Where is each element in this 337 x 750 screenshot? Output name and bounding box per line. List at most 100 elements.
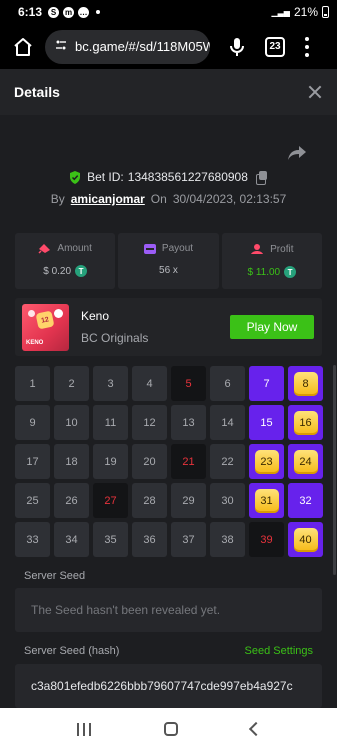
gem-icon: 23 (254, 449, 279, 474)
server-seed-value: The Seed hasn't been revealed yet. (31, 603, 221, 617)
keno-cell-32: 32 (288, 483, 323, 518)
status-time: 6:13 (18, 5, 43, 19)
server-seed-hash-field[interactable]: c3a801efedb6226bbb79607747cde997eb4a927c (15, 664, 322, 708)
gem-icon: 16 (293, 410, 318, 435)
keno-cell-24: 24 (288, 444, 323, 479)
bet-stats: Amount $ 0.20 T Payout 56 x Profit $ 11.… (15, 233, 322, 289)
play-now-button[interactable]: Play Now (230, 315, 314, 339)
keno-cell-27: 27 (93, 483, 128, 518)
username-link[interactable]: amicanjomar (71, 192, 145, 206)
stat-profit: Profit $ 11.00 T (221, 233, 322, 289)
keno-cell-29: 29 (171, 483, 206, 518)
keno-cell-17: 17 (15, 444, 50, 479)
amount-value: $ 0.20 (43, 265, 72, 277)
keno-cell-38: 38 (210, 522, 245, 557)
keno-cell-11: 11 (93, 405, 128, 440)
amount-label: Amount (57, 243, 92, 254)
gem-icon: 40 (293, 527, 318, 552)
keno-cell-37: 37 (171, 522, 206, 557)
keno-cell-10: 10 (54, 405, 89, 440)
keno-thumbnail[interactable]: 12 KENO (22, 303, 69, 351)
server-seed-label: Server Seed (24, 570, 86, 582)
scrollbar-thumb[interactable] (333, 365, 336, 575)
signal-icon: ▁▃▅ (271, 7, 290, 17)
amount-icon (38, 244, 51, 254)
site-info-icon[interactable] (55, 39, 67, 54)
status-right: ▁▃▅ 21% (271, 5, 329, 19)
browser-toolbar: bc.game/#/sd/118M05W 23 (0, 24, 337, 69)
keno-cell-8: 8 (288, 366, 323, 401)
game-info: Keno BC Originals (81, 309, 148, 345)
microphone-icon[interactable] (226, 34, 248, 60)
profit-icon (251, 244, 264, 254)
keno-cell-18: 18 (54, 444, 89, 479)
bet-id-value: 134838561227680908 (127, 170, 248, 184)
home-icon[interactable] (10, 34, 36, 60)
keno-cell-20: 20 (132, 444, 167, 479)
home-nav-icon[interactable] (163, 722, 178, 736)
copy-icon[interactable] (255, 171, 268, 185)
keno-cell-22: 22 (210, 444, 245, 479)
keno-cell-3: 3 (93, 366, 128, 401)
bet-id-label: Bet ID: (87, 170, 124, 184)
url-bar[interactable]: bc.game/#/sd/118M05W (45, 29, 210, 64)
back-icon[interactable] (248, 721, 263, 737)
dot-icon (96, 10, 101, 14)
recents-icon[interactable] (76, 722, 91, 736)
keno-cell-21: 21 (171, 444, 206, 479)
keno-cell-6: 6 (210, 366, 245, 401)
status-bar: 6:13 S m … ▁▃▅ 21% (0, 0, 337, 24)
keno-cell-5: 5 (171, 366, 206, 401)
profit-label: Profit (270, 243, 294, 255)
seed-settings-link[interactable]: Seed Settings (245, 645, 314, 657)
payout-value: 56 x (159, 265, 178, 276)
keno-cell-36: 36 (132, 522, 167, 557)
bet-author-row: By amicanjomar On 30/04/2023, 02:13:57 (0, 192, 337, 206)
bet-details-content: Bet ID: 134838561227680908 By amicanjoma… (0, 115, 337, 708)
gem-icon: 24 (293, 449, 318, 474)
keno-cell-23: 23 (249, 444, 284, 479)
keno-cell-39: 39 (249, 522, 284, 557)
server-seed-field: The Seed hasn't been revealed yet. (15, 588, 322, 632)
server-seed-hash-value: c3a801efedb6226bbb79607747cde997eb4a927c (31, 679, 293, 693)
game-card: 12 KENO Keno BC Originals Play Now (15, 298, 322, 356)
bet-date: 30/04/2023, 02:13:57 (172, 192, 287, 206)
keno-cell-30: 30 (210, 483, 245, 518)
on-label: On (150, 192, 167, 206)
game-provider: BC Originals (81, 331, 149, 345)
samsung-icon: S (48, 6, 60, 18)
keno-cell-34: 34 (54, 522, 89, 557)
keno-cell-33: 33 (15, 522, 50, 557)
stat-amount: Amount $ 0.20 T (15, 233, 116, 289)
keno-cell-16: 16 (288, 405, 323, 440)
keno-cell-15: 15 (249, 405, 284, 440)
url-text: bc.game/#/sd/118M05W (75, 39, 210, 54)
stat-payout: Payout 56 x (118, 233, 219, 289)
modal-header: Details (0, 69, 337, 115)
keno-cell-2: 2 (54, 366, 89, 401)
close-icon[interactable] (307, 84, 323, 100)
tab-switcher-button[interactable]: 23 (265, 36, 285, 57)
by-label: By (50, 192, 65, 206)
messenger-icon: m (63, 6, 75, 18)
usdt-coin-icon: T (284, 266, 297, 278)
keno-cell-7: 7 (249, 366, 284, 401)
keno-cell-12: 12 (132, 405, 167, 440)
keno-cell-26: 26 (54, 483, 89, 518)
payout-label: Payout (161, 243, 194, 254)
keno-cell-14: 14 (210, 405, 245, 440)
profit-value: $ 11.00 (247, 266, 281, 278)
chat-icon: … (78, 6, 90, 18)
battery-label: 21% (293, 5, 318, 19)
keno-cell-25: 25 (15, 483, 50, 518)
browser-menu-icon[interactable] (302, 35, 312, 59)
keno-cell-31: 31 (249, 483, 284, 518)
thumb-label: KENO (26, 339, 44, 346)
keno-cell-19: 19 (93, 444, 128, 479)
bet-id-row: Bet ID: 134838561227680908 (0, 170, 337, 185)
keno-cell-4: 4 (132, 366, 167, 401)
keno-cell-13: 13 (171, 405, 206, 440)
verified-shield-icon (70, 170, 81, 184)
share-icon[interactable] (287, 145, 307, 163)
keno-cell-40: 40 (288, 522, 323, 557)
